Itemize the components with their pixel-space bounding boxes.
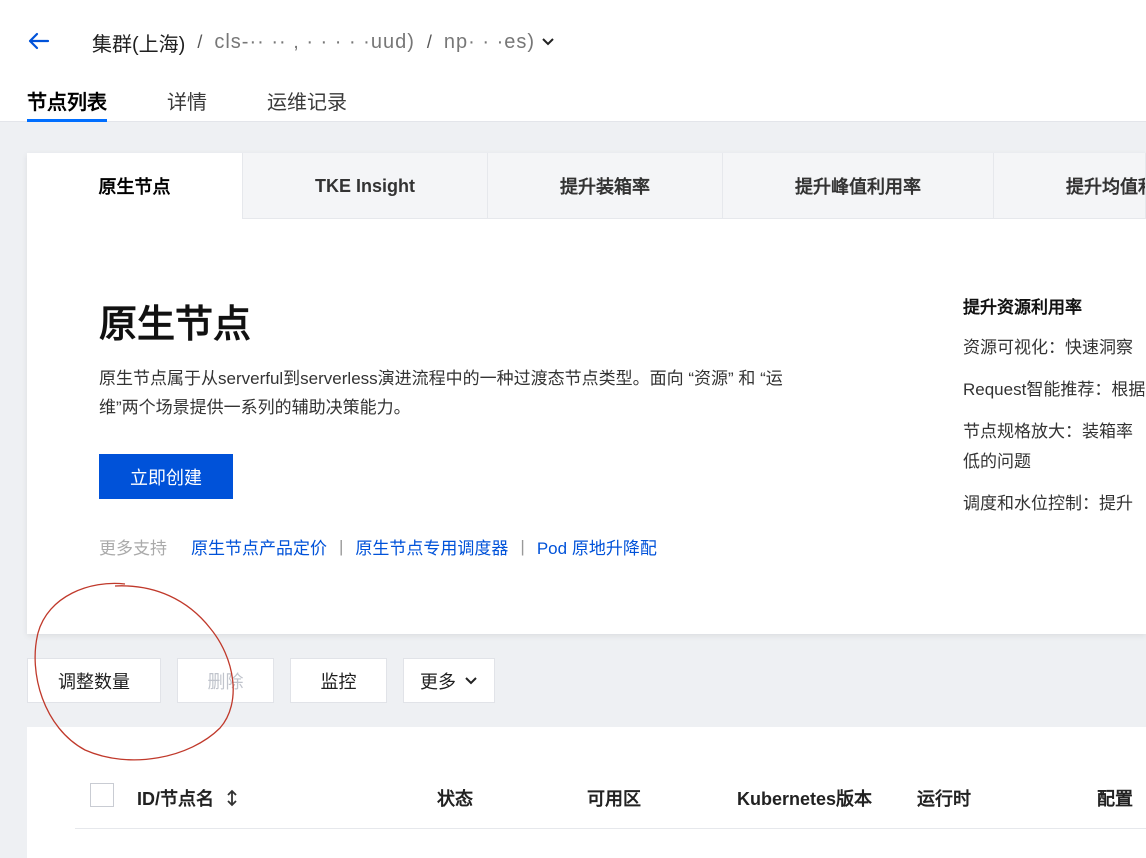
utilization-panel: 提升资源利用率 资源可视化：快速洞察 Request智能推荐：根据 节点规格放大… [963, 293, 1146, 519]
monitor-button[interactable]: 监控 [290, 658, 387, 703]
breadcrumb: 集群(上海) / cls-·· ·· , · · · · ·uud) / np·… [92, 28, 555, 56]
more-support-label: 更多支持 [99, 539, 167, 558]
more-button-label: 更多 [420, 671, 456, 692]
back-button[interactable] [22, 26, 56, 56]
utilization-item: 调度和水位控制：提升 [963, 494, 1133, 513]
breadcrumb-nodepool[interactable]: np· · ·es) [444, 31, 535, 54]
sort-icon[interactable] [226, 789, 238, 807]
link-separator: | [520, 536, 525, 556]
top-bar: 集群(上海) / cls-·· ·· , · · · · ·uud) / np·… [0, 0, 1146, 122]
column-header-status: 状态 [437, 789, 473, 809]
column-header-label: ID/节点名 [137, 789, 215, 809]
breadcrumb-cluster[interactable]: 集群(上海) [92, 28, 185, 57]
table-header: ID/节点名 状态 可用区 Kubernetes版本 运行时 配置 [75, 767, 1146, 829]
utilization-title: 提升资源利用率 [963, 298, 1082, 317]
chevron-down-icon [464, 676, 478, 686]
breadcrumb-separator: / [197, 31, 203, 52]
tab-peak-utilization[interactable]: 提升峰值利用率 [723, 153, 994, 219]
tab-details[interactable]: 详情 [167, 86, 207, 122]
feature-description: 原生节点属于从serverful到serverless演进流程中的一种过渡态节点… [99, 369, 783, 417]
more-button[interactable]: 更多 [403, 658, 495, 703]
toolbar: 调整数量 删除 监控 更多 [27, 658, 511, 703]
utilization-item: 节点规格放大：装箱率 [963, 422, 1133, 441]
utilization-item: 资源可视化：快速洞察 [963, 338, 1133, 357]
link-separator: | [339, 536, 344, 556]
column-header-zone: 可用区 [587, 789, 641, 809]
column-header-runtime: 运行时 [917, 789, 971, 809]
breadcrumb-separator: / [426, 31, 432, 52]
tab-native-node[interactable]: 原生节点 [27, 153, 243, 219]
feature-title: 原生节点 [99, 304, 252, 346]
column-header-id: ID/节点名 [137, 785, 238, 811]
more-support: 更多支持 原生节点产品定价 | 原生节点专用调度器 | Pod 原地升降配 [99, 534, 657, 559]
select-all-checkbox[interactable] [90, 783, 114, 807]
column-header-config: 配置 [1097, 789, 1133, 809]
tab-tke-insight[interactable]: TKE Insight [243, 153, 488, 219]
feature-tabs: 原生节点 TKE Insight 提升装箱率 提升峰值利用率 提升均值利 [27, 153, 1146, 219]
native-node-card: 原生节点 TKE Insight 提升装箱率 提升峰值利用率 提升均值利 原生节… [27, 153, 1146, 634]
page-tabs: 节点列表 详情 运维记录 [27, 86, 407, 122]
node-table: ID/节点名 状态 可用区 Kubernetes版本 运行时 配置 [27, 727, 1146, 858]
link-native-node-pricing[interactable]: 原生节点产品定价 [191, 534, 327, 559]
breadcrumb-cluster-id[interactable]: cls-·· ·· , · · · · ·uud) [214, 31, 415, 54]
tab-ops-records[interactable]: 运维记录 [267, 86, 347, 122]
utilization-item: Request智能推荐：根据 [963, 380, 1146, 399]
utilization-item: 低的问题 [963, 452, 1031, 471]
create-now-button[interactable]: 立即创建 [99, 454, 233, 499]
tab-average-utilization[interactable]: 提升均值利 [994, 153, 1146, 219]
delete-button[interactable]: 删除 [177, 658, 274, 703]
arrow-left-icon [28, 32, 50, 50]
column-header-k8s-version: Kubernetes版本 [737, 789, 873, 809]
adjust-count-button[interactable]: 调整数量 [27, 658, 161, 703]
tab-packing-rate[interactable]: 提升装箱率 [488, 153, 723, 219]
link-pod-inplace-resize[interactable]: Pod 原地升降配 [537, 534, 657, 559]
chevron-down-icon[interactable] [541, 37, 555, 47]
tab-node-list[interactable]: 节点列表 [27, 86, 107, 122]
link-native-node-scheduler[interactable]: 原生节点专用调度器 [355, 534, 508, 559]
